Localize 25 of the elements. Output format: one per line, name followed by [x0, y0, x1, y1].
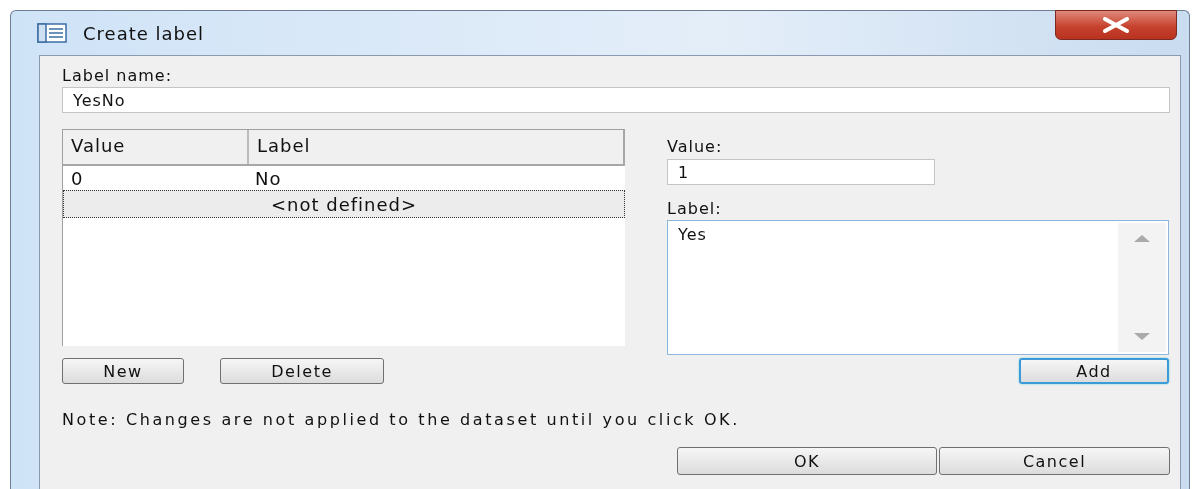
label-text-area[interactable]: Yes: [667, 220, 1169, 355]
value-field[interactable]: 1: [667, 159, 935, 185]
label-label: Label:: [667, 199, 723, 218]
close-icon: [1101, 17, 1131, 33]
label-name-label: Label name:: [62, 66, 173, 85]
close-button[interactable]: [1055, 10, 1177, 40]
ok-button[interactable]: OK: [677, 447, 937, 475]
table-button[interactable]: New: [62, 358, 184, 384]
note-text: Note: Changes are not applied to the dataset until you click OK.: [62, 410, 741, 429]
scroll-up-icon[interactable]: [1134, 235, 1150, 242]
table-row[interactable]: <not defined>: [63, 190, 625, 218]
table-cell-text: 0: [70, 167, 85, 189]
table-button[interactable]: Delete: [220, 358, 384, 384]
column-header[interactable]: Value: [63, 130, 249, 164]
value-label: Value:: [667, 137, 724, 156]
table-row[interactable]: 0 No: [63, 166, 625, 190]
window-title: Create label: [83, 22, 205, 44]
column-header[interactable]: Label: [249, 130, 623, 164]
list-icon: [37, 23, 67, 43]
scroll-down-icon[interactable]: [1134, 333, 1150, 340]
cancel-button[interactable]: Cancel: [939, 447, 1170, 475]
table-cell-text: No: [254, 167, 283, 189]
scrollbar[interactable]: [1118, 223, 1166, 352]
label-name-field[interactable]: YesNo: [62, 87, 1170, 113]
add-button[interactable]: Add: [1019, 358, 1169, 384]
